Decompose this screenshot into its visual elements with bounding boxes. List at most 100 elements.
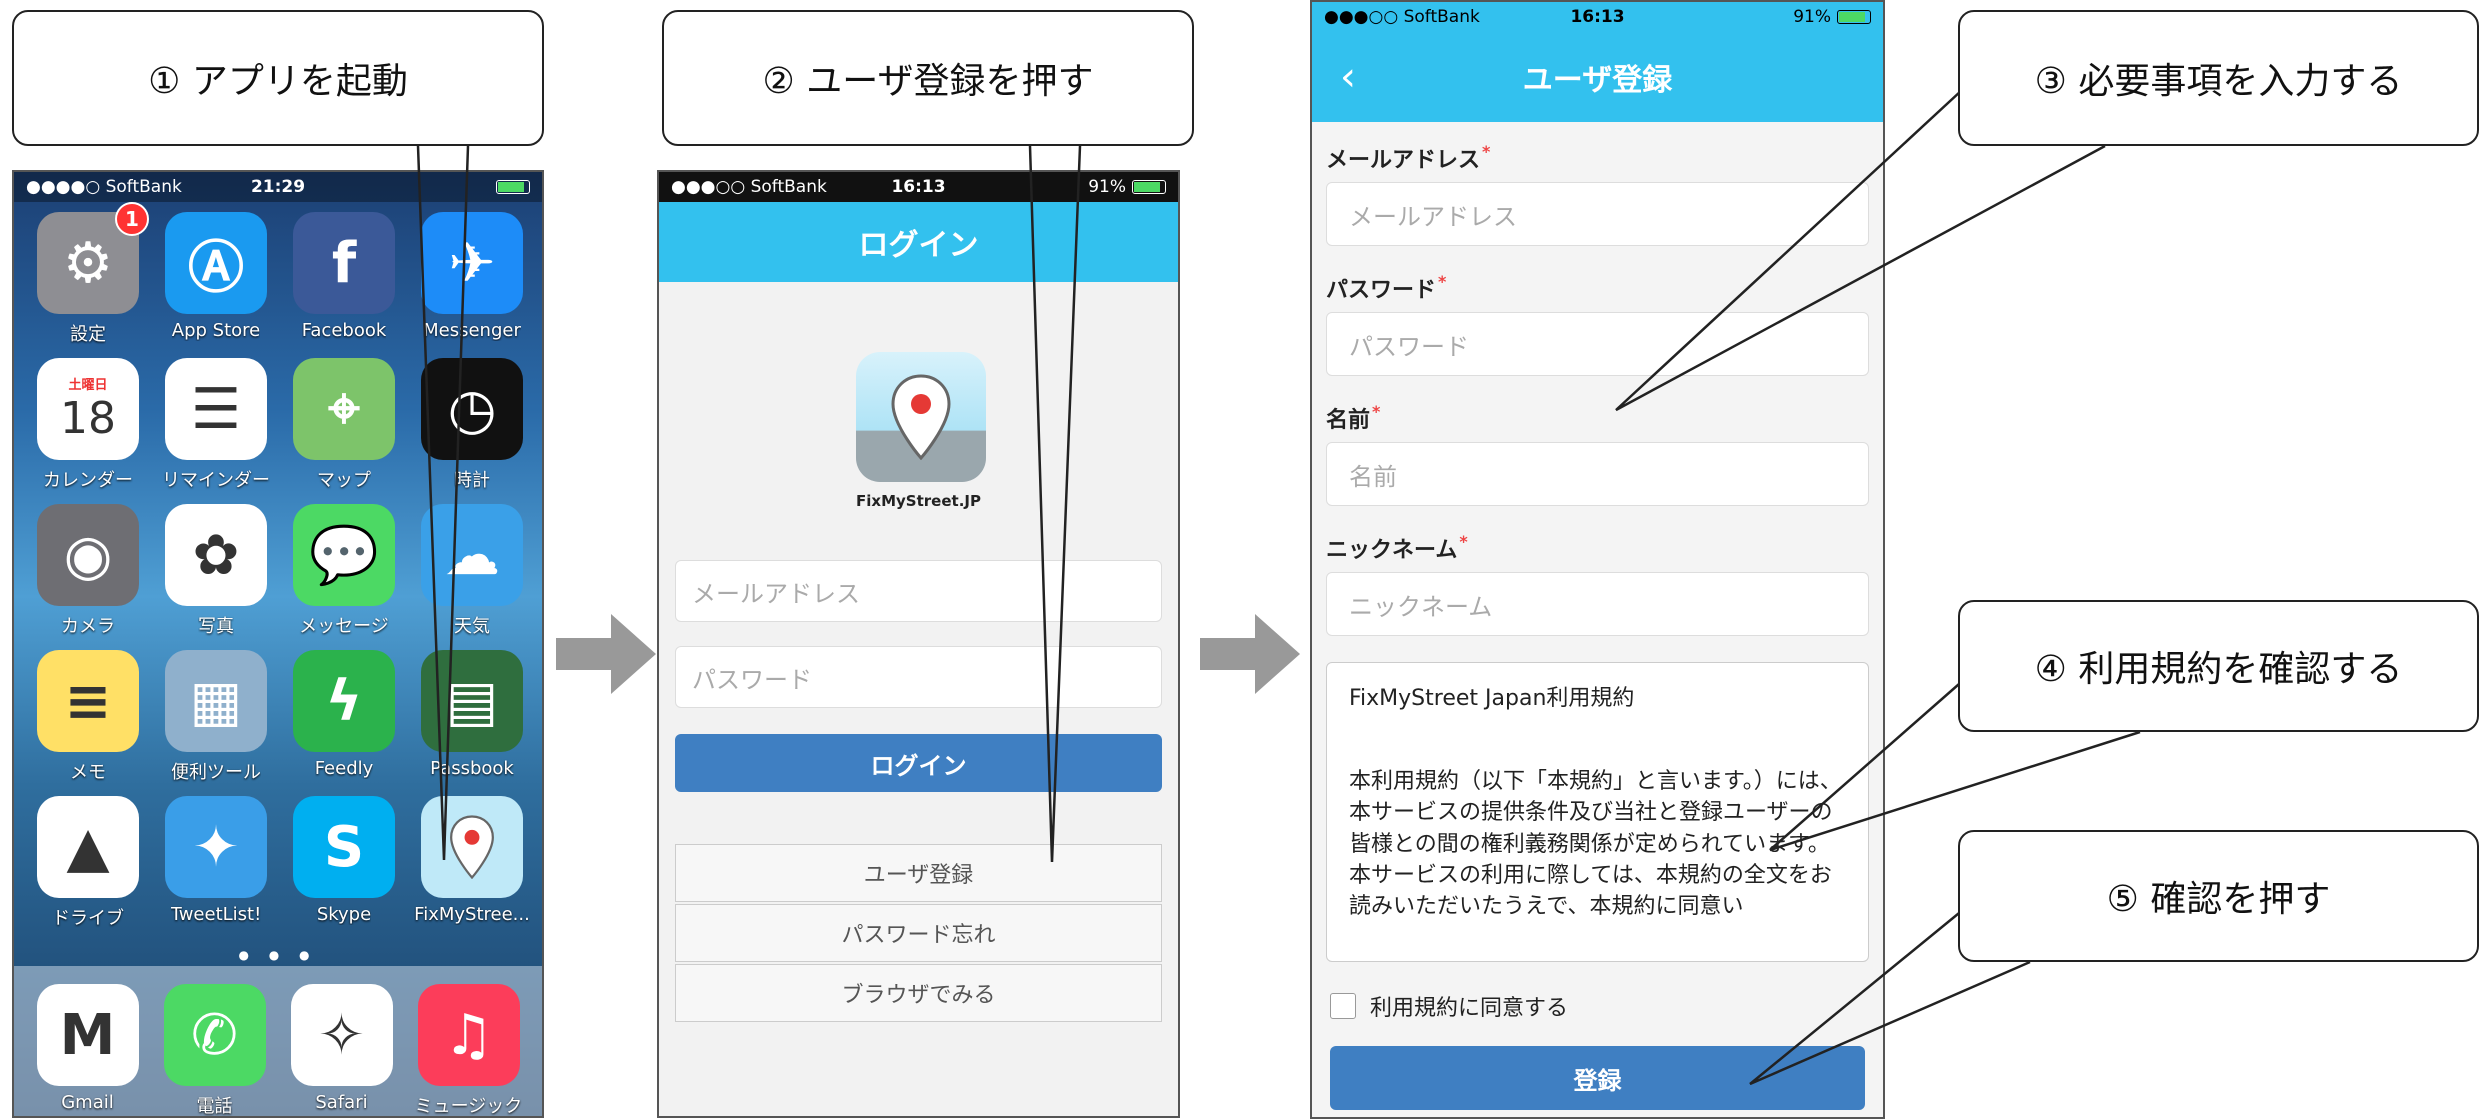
app-label: Messenger	[423, 320, 521, 341]
checkbox-box[interactable]	[1330, 993, 1356, 1019]
app-label: 時計	[454, 470, 490, 491]
drive-icon[interactable]: ▲	[37, 796, 139, 898]
app-reminders[interactable]: ☰ リマインダー	[152, 358, 280, 492]
app-gmail[interactable]: M Gmail	[24, 984, 151, 1116]
app-label: マップ	[317, 470, 371, 491]
app-messenger[interactable]: ✈ Messenger	[408, 212, 536, 346]
calendar-date: 18	[60, 393, 116, 444]
email-field[interactable]: メールアドレス	[1326, 182, 1869, 246]
terms-body: 本利用規約（以下「本規約」と言います。）には、本サービスの提供条件及び当社と登録…	[1349, 769, 1842, 920]
app-photos[interactable]: ✿ 写真	[152, 504, 280, 638]
password-label: パスワード *	[1326, 272, 1447, 303]
app-label: ドライブ	[52, 908, 124, 929]
app-label: ミュージック	[414, 1096, 523, 1117]
feedly-icon[interactable]: ϟ	[293, 650, 395, 752]
nickname-label: ニックネーム *	[1326, 532, 1468, 563]
app-label: 天気	[454, 616, 490, 637]
app-feedly[interactable]: ϟ Feedly	[280, 650, 408, 784]
app-skype[interactable]: S Skype	[280, 796, 408, 930]
app-facebook[interactable]: f Facebook	[280, 212, 408, 346]
app-drive[interactable]: ▲ ドライブ	[24, 796, 152, 930]
maps-icon[interactable]: ⌖	[293, 358, 395, 460]
app-messages[interactable]: 💬 メッセージ	[280, 504, 408, 638]
page-dots: ● ● ●	[238, 948, 318, 962]
app-grid: ⚙ 1 設定 Ⓐ App Store f Facebook ✈ Messenger 土曜日 18 カレ…	[24, 202, 536, 930]
app-app-store[interactable]: Ⓐ App Store	[152, 212, 280, 346]
app-label: カレンダー	[43, 470, 133, 491]
password-field[interactable]: パスワード	[675, 646, 1162, 708]
gmail-icon[interactable]: M	[36, 984, 139, 1086]
camera-icon[interactable]: ◉	[37, 504, 139, 606]
nav-bar: ログイン	[659, 202, 1178, 282]
tutorial-stage: ① アプリを起動 ② ユーザ登録を押す ③ 必要事項を入力する ④ 利用規約を確…	[0, 0, 2479, 1119]
nav-bar: ‹ ユーザ登録	[1312, 32, 1883, 122]
forgot-password-button[interactable]: パスワード忘れ	[675, 904, 1162, 962]
callout-step1-text: ① アプリを起動	[148, 61, 408, 102]
app-label: カメラ	[61, 616, 115, 637]
register-button[interactable]: ユーザ登録	[675, 844, 1162, 902]
logo-text: FixMyStreet.JP	[856, 492, 981, 510]
clock-icon[interactable]: ◷	[421, 358, 523, 460]
gear-icon[interactable]: ⚙ 1	[37, 202, 149, 314]
tweetlist-icon[interactable]: ✦	[165, 796, 267, 898]
app-camera[interactable]: ◉ カメラ	[24, 504, 152, 638]
next-arrow-icon	[1200, 614, 1300, 694]
app-weather[interactable]: ☁ 天気	[408, 504, 536, 638]
nickname-field[interactable]: ニックネーム	[1326, 572, 1869, 636]
reminders-icon[interactable]: ☰	[165, 358, 267, 460]
music-icon[interactable]: ♫	[417, 984, 520, 1086]
photos-icon[interactable]: ✿	[165, 504, 267, 606]
agree-terms-checkbox[interactable]: 利用規約に同意する	[1330, 990, 1568, 1022]
home-screen: ●●●●○ SoftBank 21:29 ⚙ 1 設定 Ⓐ App Store f Face…	[12, 170, 544, 1118]
email-label: メールアドレス *	[1326, 142, 1491, 173]
weather-icon[interactable]: ☁	[421, 504, 523, 606]
facebook-icon[interactable]: f	[293, 212, 395, 314]
phone-icon[interactable]: ✆	[163, 984, 266, 1086]
app-tweetlist[interactable]: ✦ TweetList!	[152, 796, 280, 930]
app-notes[interactable]: ≡ メモ	[24, 650, 152, 784]
clock-label: 16:13	[891, 177, 946, 197]
notes-icon[interactable]: ≡	[37, 650, 139, 752]
app-maps[interactable]: ⌖ マップ	[280, 358, 408, 492]
callout-step3-text: ③ 必要事項を入力する	[2034, 61, 2403, 102]
clock-label: 21:29	[250, 177, 306, 197]
app-label: TweetList!	[170, 904, 262, 925]
browse-button[interactable]: ブラウザでみる	[675, 964, 1162, 1022]
messenger-icon[interactable]: ✈	[421, 212, 523, 314]
battery-icon	[1132, 180, 1166, 194]
terms-textarea[interactable]: FixMyStreet Japan利用規約 本利用規約（以下「本規約」と言います…	[1326, 662, 1869, 962]
app-fixmystreet[interactable]: FixMyStree...	[408, 796, 536, 930]
app-clock[interactable]: ◷ 時計	[408, 358, 536, 492]
app-label: Feedly	[314, 758, 374, 779]
app-folder[interactable]: ▦ 便利ツール	[152, 650, 280, 784]
dock: M Gmail ✆ 電話 ✧ Safari ♫ ミュージック	[14, 966, 542, 1116]
app-phone[interactable]: ✆ 電話	[151, 984, 278, 1116]
callout-step1: ① アプリを起動	[12, 10, 544, 146]
login-button[interactable]: ログイン	[675, 734, 1162, 792]
password-field[interactable]: パスワード	[1326, 312, 1869, 376]
messages-icon[interactable]: 💬	[293, 504, 395, 606]
app-calendar[interactable]: 土曜日 18 カレンダー	[24, 358, 152, 492]
calendar-icon[interactable]: 土曜日 18	[37, 358, 139, 460]
callout-step2: ② ユーザ登録を押す	[662, 10, 1194, 146]
passbook-icon[interactable]: ▤	[421, 650, 523, 752]
fixmystreet-icon[interactable]	[421, 796, 523, 898]
app-label: Gmail	[61, 1092, 114, 1113]
app-gear[interactable]: ⚙ 1 設定	[24, 202, 152, 346]
name-field[interactable]: 名前	[1326, 442, 1869, 506]
app-store-icon[interactable]: Ⓐ	[165, 212, 267, 314]
safari-icon[interactable]: ✧	[290, 984, 393, 1086]
skype-icon[interactable]: S	[293, 796, 395, 898]
app-label: Safari	[315, 1092, 368, 1113]
folder-icon[interactable]: ▦	[165, 650, 267, 752]
app-music[interactable]: ♫ ミュージック	[405, 984, 532, 1117]
terms-title: FixMyStreet Japan利用規約	[1349, 686, 1635, 711]
app-passbook[interactable]: ▤ Passbook	[408, 650, 536, 784]
app-label: 写真	[198, 616, 234, 637]
register-submit-button[interactable]: 登録	[1330, 1046, 1865, 1110]
app-safari[interactable]: ✧ Safari	[278, 984, 405, 1116]
back-chevron-icon[interactable]: ‹	[1340, 54, 1356, 100]
email-field[interactable]: メールアドレス	[675, 560, 1162, 622]
app-label: Skype	[316, 904, 372, 925]
next-arrow-icon	[556, 614, 656, 694]
